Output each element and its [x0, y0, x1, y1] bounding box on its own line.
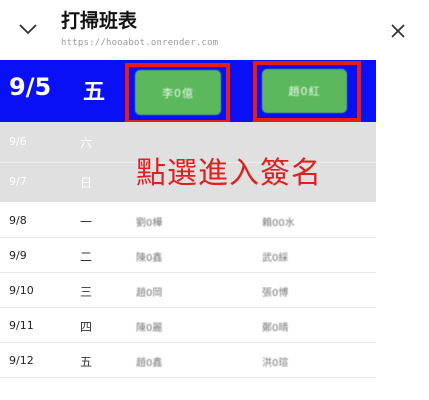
row-weekday: 日 — [80, 176, 93, 190]
row-name-1: 趙0鑫 — [136, 358, 163, 369]
schedule-row: 9/9 二 陳0鑫 武0綵 — [0, 237, 376, 273]
highlight-box-1 — [125, 63, 230, 124]
row-name-1: 陳0麗 — [136, 323, 163, 334]
row-date: 9/11 — [9, 319, 34, 332]
page-url: https://hooabot.onrender.com — [61, 38, 219, 48]
highlight-box-2 — [253, 61, 361, 122]
schedule-row: 9/8 一 劉0樺 賴00水 — [0, 202, 376, 238]
row-weekday: 二 — [80, 250, 93, 264]
row-weekday: 六 — [80, 136, 93, 150]
app-header: 打掃班表 https://hooabot.onrender.com — [0, 0, 429, 58]
row-date: 9/6 — [9, 135, 27, 148]
row-date: 9/10 — [9, 284, 34, 297]
row-name-2: 武0綵 — [262, 253, 289, 264]
row-name-1: 劉0樺 — [136, 218, 163, 229]
schedule-row-today: 9/5 五 李0億 趙0紅 — [0, 60, 376, 124]
chevron-down-icon[interactable] — [18, 22, 38, 36]
page-title: 打掃班表 — [61, 10, 138, 32]
row-name-2: 洪0瑄 — [262, 358, 289, 369]
row-weekday: 四 — [80, 320, 93, 334]
row-weekday: 五 — [83, 79, 106, 105]
row-weekday: 一 — [80, 215, 93, 229]
row-date: 9/7 — [9, 175, 27, 188]
schedule-row: 9/11 四 陳0麗 鄭0晴 — [0, 307, 376, 343]
row-name-1: 趙0岡 — [136, 288, 163, 299]
row-date: 9/8 — [9, 214, 27, 227]
schedule-row: 9/10 三 趙0岡 張0博 — [0, 272, 376, 308]
row-name-1: 陳0鑫 — [136, 253, 163, 264]
row-date: 9/9 — [9, 249, 27, 262]
row-weekday: 五 — [80, 355, 93, 369]
row-name-2: 賴00水 — [262, 218, 295, 229]
row-date: 9/12 — [9, 354, 34, 367]
annotation-text: 點選進入簽名 — [136, 156, 322, 191]
row-weekday: 三 — [80, 285, 93, 299]
row-name-2: 鄭0晴 — [262, 323, 289, 334]
schedule-row: 9/12 五 趙0鑫 洪0瑄 — [0, 342, 376, 378]
row-name-2: 張0博 — [262, 288, 289, 299]
row-date: 9/5 — [9, 73, 52, 101]
close-icon[interactable] — [389, 22, 407, 40]
